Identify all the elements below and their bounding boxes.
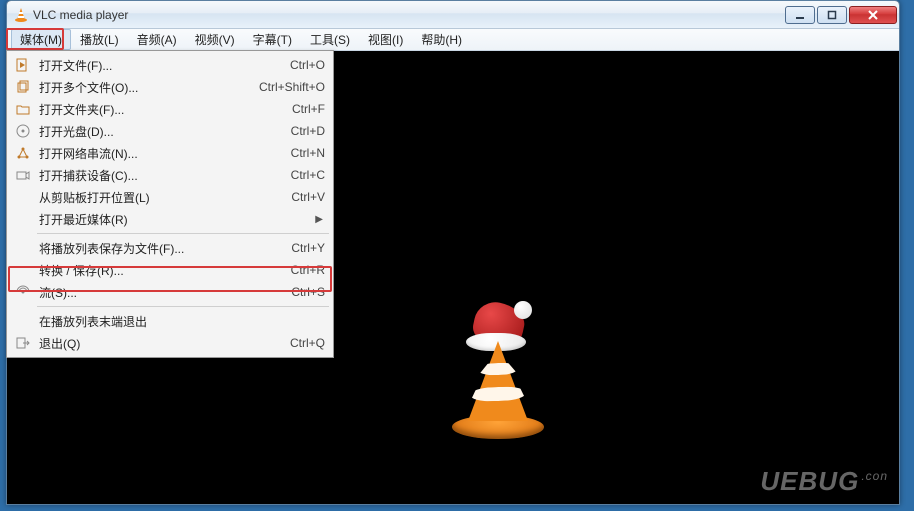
menu-convert[interactable]: 转换 / 保存(R)... Ctrl+R [9, 259, 331, 281]
window-title: VLC media player [33, 8, 128, 22]
menu-open-capture[interactable]: 打开捕获设备(C)... Ctrl+C [9, 164, 331, 186]
stream-icon [15, 284, 31, 300]
menu-open-folder[interactable]: 打开文件夹(F)... Ctrl+F [9, 98, 331, 120]
label: 打开文件(F)... [39, 57, 266, 74]
label: 打开光盘(D)... [39, 123, 267, 140]
submenu-arrow-icon: ▶ [315, 214, 323, 225]
label: 在播放列表末端退出 [39, 313, 325, 330]
folder-icon [15, 101, 31, 117]
title-bar[interactable]: VLC media player [7, 1, 899, 29]
label: 打开多个文件(O)... [39, 79, 235, 96]
vlc-logo-icon [438, 311, 558, 451]
shortcut: Ctrl+C [267, 168, 325, 182]
menu-open-file[interactable]: 打开文件(F)... Ctrl+O [9, 54, 331, 76]
shortcut: Ctrl+Q [266, 336, 325, 350]
menu-stream[interactable]: 流(S)... Ctrl+S [9, 281, 331, 303]
shortcut: Ctrl+R [267, 263, 325, 277]
menu-view[interactable]: 视图(I) [359, 29, 412, 50]
shortcut: Ctrl+V [267, 190, 325, 204]
vlc-cone-icon [13, 7, 29, 23]
menu-open-multiple[interactable]: 打开多个文件(O)... Ctrl+Shift+O [9, 76, 331, 98]
shortcut: Ctrl+N [267, 146, 325, 160]
menu-playback[interactable]: 播放(L) [71, 29, 128, 50]
menu-open-clipboard[interactable]: 从剪贴板打开位置(L) Ctrl+V [9, 186, 331, 208]
menu-video[interactable]: 视频(V) [186, 29, 244, 50]
menu-help[interactable]: 帮助(H) [412, 29, 471, 50]
network-icon [15, 145, 31, 161]
capture-icon [15, 167, 31, 183]
media-menu-dropdown: 打开文件(F)... Ctrl+O 打开多个文件(O)... Ctrl+Shif… [6, 50, 334, 358]
menu-bar: 媒体(M) 播放(L) 音频(A) 视频(V) 字幕(T) 工具(S) 视图(I… [7, 29, 899, 51]
label: 将播放列表保存为文件(F)... [39, 240, 267, 257]
label: 打开网络串流(N)... [39, 145, 267, 162]
menu-separator [37, 233, 329, 234]
minimize-button[interactable] [785, 6, 815, 24]
files-icon [15, 79, 31, 95]
shortcut: Ctrl+Y [267, 241, 325, 255]
shortcut: Ctrl+Shift+O [235, 80, 325, 94]
shortcut: Ctrl+S [267, 285, 325, 299]
maximize-button[interactable] [817, 6, 847, 24]
menu-tools[interactable]: 工具(S) [301, 29, 359, 50]
exit-icon [15, 335, 31, 351]
file-play-icon [15, 57, 31, 73]
menu-quit-at-end[interactable]: 在播放列表末端退出 [9, 310, 331, 332]
menu-subtitle[interactable]: 字幕(T) [244, 29, 301, 50]
label: 流(S)... [39, 284, 267, 301]
label: 打开捕获设备(C)... [39, 167, 267, 184]
menu-audio[interactable]: 音频(A) [128, 29, 186, 50]
shortcut: Ctrl+D [267, 124, 325, 138]
menu-open-network[interactable]: 打开网络串流(N)... Ctrl+N [9, 142, 331, 164]
label: 打开最近媒体(R) [39, 211, 325, 228]
watermark-text: UEBUG.con [760, 466, 888, 497]
shortcut: Ctrl+F [268, 102, 325, 116]
label: 转换 / 保存(R)... [39, 262, 267, 279]
menu-open-disc[interactable]: 打开光盘(D)... Ctrl+D [9, 120, 331, 142]
menu-open-recent[interactable]: 打开最近媒体(R) ▶ [9, 208, 331, 230]
menu-save-playlist[interactable]: 将播放列表保存为文件(F)... Ctrl+Y [9, 237, 331, 259]
label: 打开文件夹(F)... [39, 101, 268, 118]
window-controls [785, 6, 897, 24]
shortcut: Ctrl+O [266, 58, 325, 72]
label: 退出(Q) [39, 335, 266, 352]
menu-separator [37, 306, 329, 307]
label: 从剪贴板打开位置(L) [39, 189, 267, 206]
menu-media[interactable]: 媒体(M) [11, 29, 71, 50]
disc-icon [15, 123, 31, 139]
close-button[interactable] [849, 6, 897, 24]
menu-quit[interactable]: 退出(Q) Ctrl+Q [9, 332, 331, 354]
